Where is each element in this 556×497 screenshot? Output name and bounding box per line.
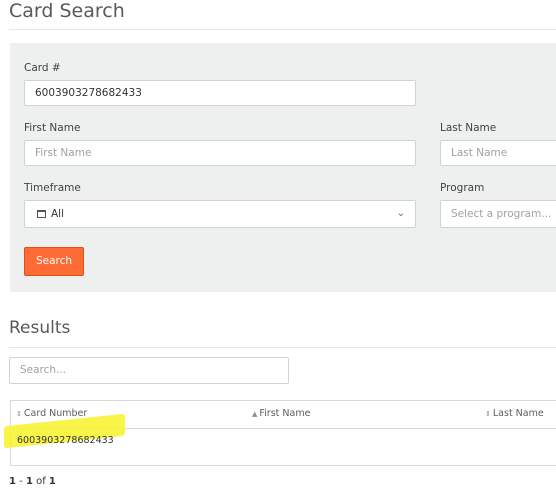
- last-name-label: Last Name: [440, 122, 497, 134]
- sort-icon: ⇕: [16, 410, 22, 418]
- last-name-input[interactable]: Last Name: [440, 140, 556, 166]
- table-row-card-number[interactable]: 6003903278682433: [17, 435, 114, 446]
- column-header-last-name[interactable]: ⇕ Last Name: [485, 408, 544, 419]
- sort-asc-icon: ▲: [252, 410, 258, 418]
- timeframe-select[interactable]: All ⌄: [24, 200, 416, 228]
- pagination-info: 1 - 1 of 1: [9, 476, 56, 487]
- column-header-card-number[interactable]: ⇕ Card Number: [16, 408, 87, 419]
- program-label: Program: [440, 182, 485, 194]
- page-title: Card Search: [9, 0, 125, 22]
- chevron-down-icon: ⌄: [396, 208, 405, 219]
- results-title: Results: [9, 318, 71, 338]
- timeframe-label: Timeframe: [24, 182, 81, 194]
- first-name-label: First Name: [24, 122, 81, 134]
- card-number-label: Card #: [24, 62, 61, 74]
- calendar-icon: [37, 210, 46, 218]
- search-button[interactable]: Search: [24, 247, 84, 276]
- sort-icon: ⇕: [485, 410, 491, 418]
- column-header-first-name[interactable]: ▲ First Name: [252, 408, 310, 419]
- card-number-input[interactable]: 6003903278682433: [24, 80, 416, 106]
- divider: [9, 29, 556, 30]
- results-search-input[interactable]: Search...: [9, 357, 289, 384]
- timeframe-value: All: [51, 208, 65, 220]
- divider: [9, 347, 556, 348]
- program-select[interactable]: Select a program...: [440, 200, 556, 228]
- first-name-input[interactable]: First Name: [24, 140, 416, 166]
